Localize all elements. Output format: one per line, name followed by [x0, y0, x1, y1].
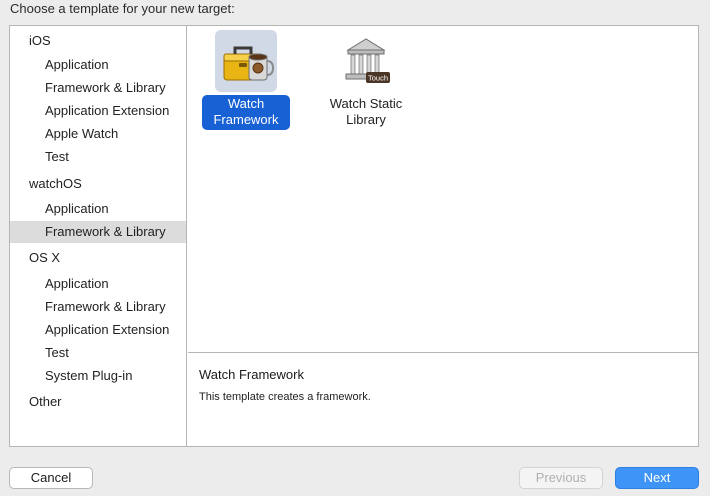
sidebar-item-ios-application-extension[interactable]: Application Extension — [10, 100, 186, 122]
sidebar-platform-osx: OS X — [29, 250, 61, 265]
platform-sidebar: iOS Application Framework & Library Appl… — [10, 26, 187, 446]
touch-badge: Touch — [368, 74, 388, 83]
template-watch-framework[interactable]: Watch Framework — [198, 30, 294, 130]
sidebar-item-ios-test[interactable]: Test — [10, 146, 186, 168]
next-button[interactable]: Next — [615, 467, 699, 489]
toolbox-coffee-icon — [215, 30, 277, 92]
description-title: Watch Framework — [199, 367, 304, 382]
dialog-header: Choose a template for your new target: — [10, 1, 235, 16]
sidebar-item-osx-test[interactable]: Test — [10, 342, 186, 364]
template-label: Watch Framework — [202, 95, 290, 130]
sidebar-platform-other[interactable]: Other — [10, 391, 186, 413]
cancel-button[interactable]: Cancel — [9, 467, 93, 489]
sidebar-platform-watchos: watchOS — [29, 176, 82, 191]
previous-button[interactable]: Previous — [519, 467, 603, 489]
template-chooser-panel: iOS Application Framework & Library Appl… — [9, 25, 699, 447]
sidebar-platform-ios: iOS — [29, 33, 51, 48]
sidebar-item-watchos-application[interactable]: Application — [10, 198, 186, 220]
sidebar-item-watchos-framework-library[interactable]: Framework & Library — [10, 221, 186, 243]
template-description: Watch Framework This template creates a … — [188, 352, 698, 446]
description-text: This template creates a framework. — [199, 391, 371, 403]
sidebar-item-osx-application[interactable]: Application — [10, 273, 186, 295]
sidebar-item-osx-system-plugin[interactable]: System Plug-in — [10, 365, 186, 387]
sidebar-item-osx-framework-library[interactable]: Framework & Library — [10, 296, 186, 318]
sidebar-item-ios-framework-library[interactable]: Framework & Library — [10, 77, 186, 99]
sidebar-item-ios-application[interactable]: Application — [10, 54, 186, 76]
library-building-icon: Touch — [335, 30, 397, 92]
sidebar-item-osx-application-extension[interactable]: Application Extension — [10, 319, 186, 341]
template-label: Watch Static Library — [329, 96, 403, 127]
sidebar-item-ios-apple-watch[interactable]: Apple Watch — [10, 123, 186, 145]
template-grid: Watch Framework Touch Watch Static Libra… — [188, 26, 698, 352]
template-watch-static-library[interactable]: Touch Watch Static Library — [318, 30, 414, 130]
